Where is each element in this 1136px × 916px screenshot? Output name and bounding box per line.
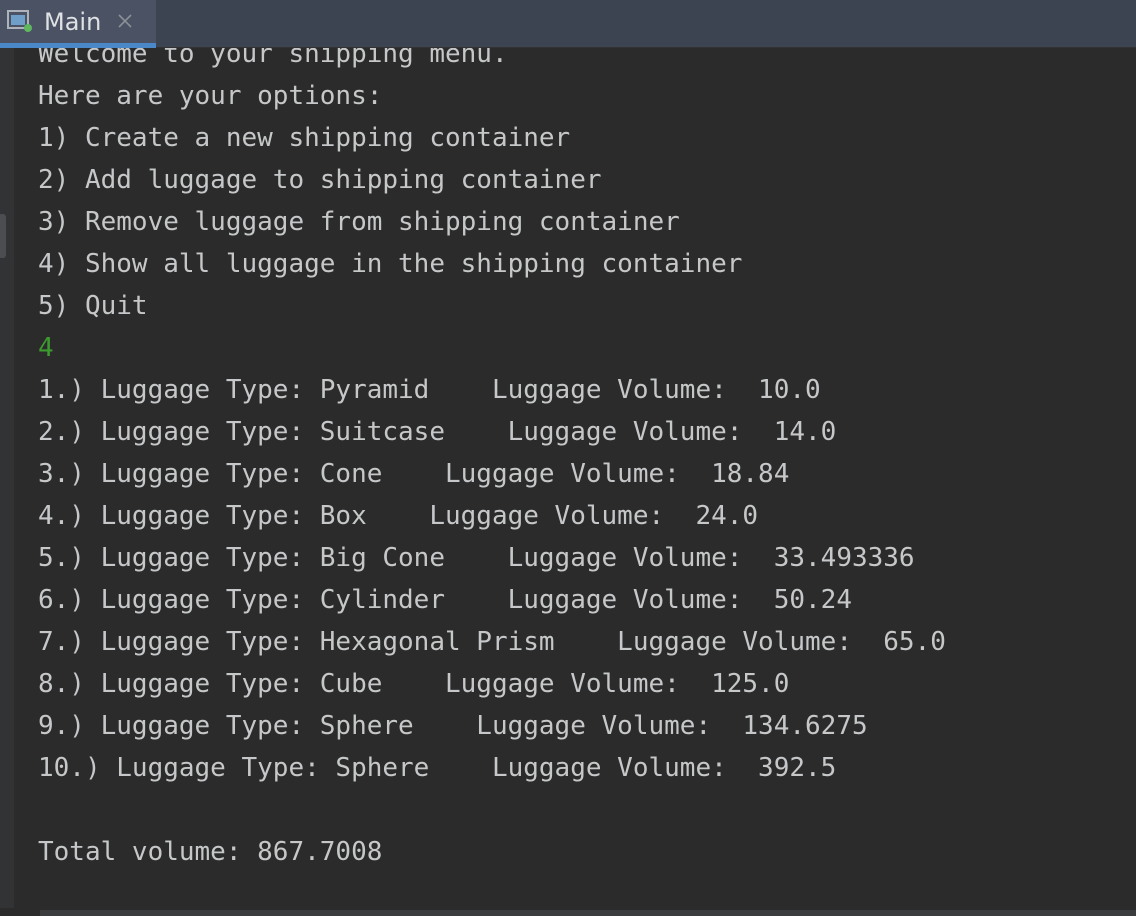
console-output-line: 1) Create a new shipping container (38, 123, 571, 153)
console-output-line: 7.) Luggage Type: Hexagonal Prism Luggag… (38, 627, 946, 657)
run-tab-bar: Main (0, 0, 1136, 48)
console-output-line: 5.) Luggage Type: Big Cone Luggage Volum… (38, 543, 915, 573)
console-output-line (38, 789, 946, 831)
console-output-line: Here are your options: (38, 81, 383, 111)
close-icon[interactable] (114, 10, 136, 32)
vertical-scrollbar-thumb[interactable] (0, 214, 6, 258)
console-lines: Welcome to your shipping menu. Here are y… (38, 48, 946, 873)
console-output-line: 4) Show all luggage in the shipping cont… (38, 249, 743, 279)
console-output-line: 10.) Luggage Type: Sphere Luggage Volume… (38, 753, 837, 783)
console-output-line: 4.) Luggage Type: Box Luggage Volume: 24… (38, 501, 759, 531)
console-output-line: Total volume: 867.7008 (38, 837, 383, 867)
console-output-line: 3) Remove luggage from shipping containe… (38, 207, 680, 237)
console-output-line: 2) Add luggage to shipping container (38, 165, 602, 195)
console-output-line: 1.) Luggage Type: Pyramid Luggage Volume… (38, 375, 821, 405)
console-app-icon (7, 9, 33, 33)
console-output-line: 9.) Luggage Type: Sphere Luggage Volume:… (38, 711, 868, 741)
horizontal-scrollbar-thumb[interactable] (40, 910, 1136, 916)
console-output-line: 3.) Luggage Type: Cone Luggage Volume: 1… (38, 459, 790, 489)
console-output[interactable]: Welcome to your shipping menu. Here are y… (0, 48, 1136, 908)
console-output-line: 2.) Luggage Type: Suitcase Luggage Volum… (38, 417, 837, 447)
console-output-line: Welcome to your shipping menu. (38, 48, 508, 69)
tab-main[interactable]: Main (0, 0, 156, 48)
console-output-line: 8.) Luggage Type: Cube Luggage Volume: 1… (38, 669, 790, 699)
console-input-line: 4 (38, 333, 54, 363)
console-output-line: 6.) Luggage Type: Cylinder Luggage Volum… (38, 585, 852, 615)
console-gutter (0, 48, 14, 908)
horizontal-scrollbar[interactable] (0, 908, 1136, 916)
console-output-line: 5) Quit (38, 291, 148, 321)
tab-main-label: Main (44, 8, 102, 36)
